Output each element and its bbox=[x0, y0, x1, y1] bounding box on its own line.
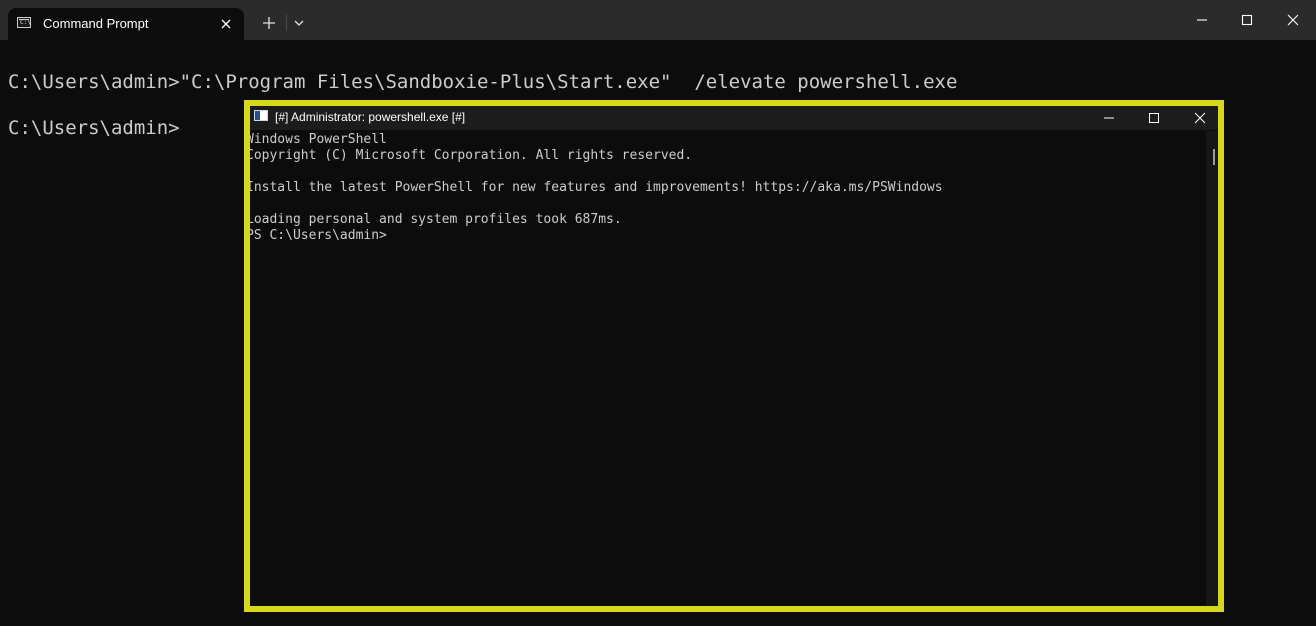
tab-title: Command Prompt bbox=[43, 16, 149, 31]
chevron-down-icon[interactable] bbox=[290, 13, 308, 33]
powershell-title: [#] Administrator: powershell.exe [#] bbox=[275, 110, 466, 124]
maximize-button[interactable] bbox=[1235, 8, 1259, 32]
ps-close-button[interactable] bbox=[1190, 108, 1210, 128]
ps-console-line: Windows PowerShell bbox=[250, 132, 387, 147]
minimize-button[interactable] bbox=[1190, 8, 1214, 32]
powershell-icon bbox=[254, 110, 268, 121]
powershell-titlebar[interactable]: [#] Administrator: powershell.exe [#] bbox=[250, 106, 1218, 130]
powershell-window[interactable]: [#] Administrator: powershell.exe [#] Wi… bbox=[250, 106, 1218, 606]
scrollbar-thumb[interactable] bbox=[1213, 149, 1215, 165]
tab-separator bbox=[286, 15, 287, 31]
ps-minimize-button[interactable] bbox=[1099, 108, 1119, 128]
scrollbar[interactable] bbox=[1206, 131, 1218, 606]
console-line: C:\Users\admin>"C:\Program Files\Sandbox… bbox=[8, 71, 958, 93]
ps-console-line: Loading personal and system profiles too… bbox=[250, 212, 622, 227]
console-prompt: C:\Users\admin> bbox=[8, 117, 180, 139]
close-button[interactable] bbox=[1281, 8, 1305, 32]
windows-terminal: C:\ Command Prompt C:\Users\admin>"C:\Pr… bbox=[0, 0, 1316, 626]
tab-command-prompt[interactable]: C:\ Command Prompt bbox=[8, 8, 244, 40]
cmd-icon: C:\ bbox=[17, 17, 31, 28]
tab-bar: C:\ Command Prompt bbox=[0, 0, 1316, 40]
ps-maximize-button[interactable] bbox=[1144, 108, 1164, 128]
ps-console-line: Install the latest PowerShell for new fe… bbox=[250, 180, 943, 195]
ps-console-line: Copyright (C) Microsoft Corporation. All… bbox=[250, 148, 693, 163]
powershell-console[interactable]: Windows PowerShell Copyright (C) Microso… bbox=[250, 131, 1206, 606]
new-tab-button[interactable] bbox=[259, 13, 279, 33]
ps-console-prompt: PS C:\Users\admin> bbox=[250, 228, 387, 243]
tab-close-icon[interactable] bbox=[218, 16, 234, 32]
